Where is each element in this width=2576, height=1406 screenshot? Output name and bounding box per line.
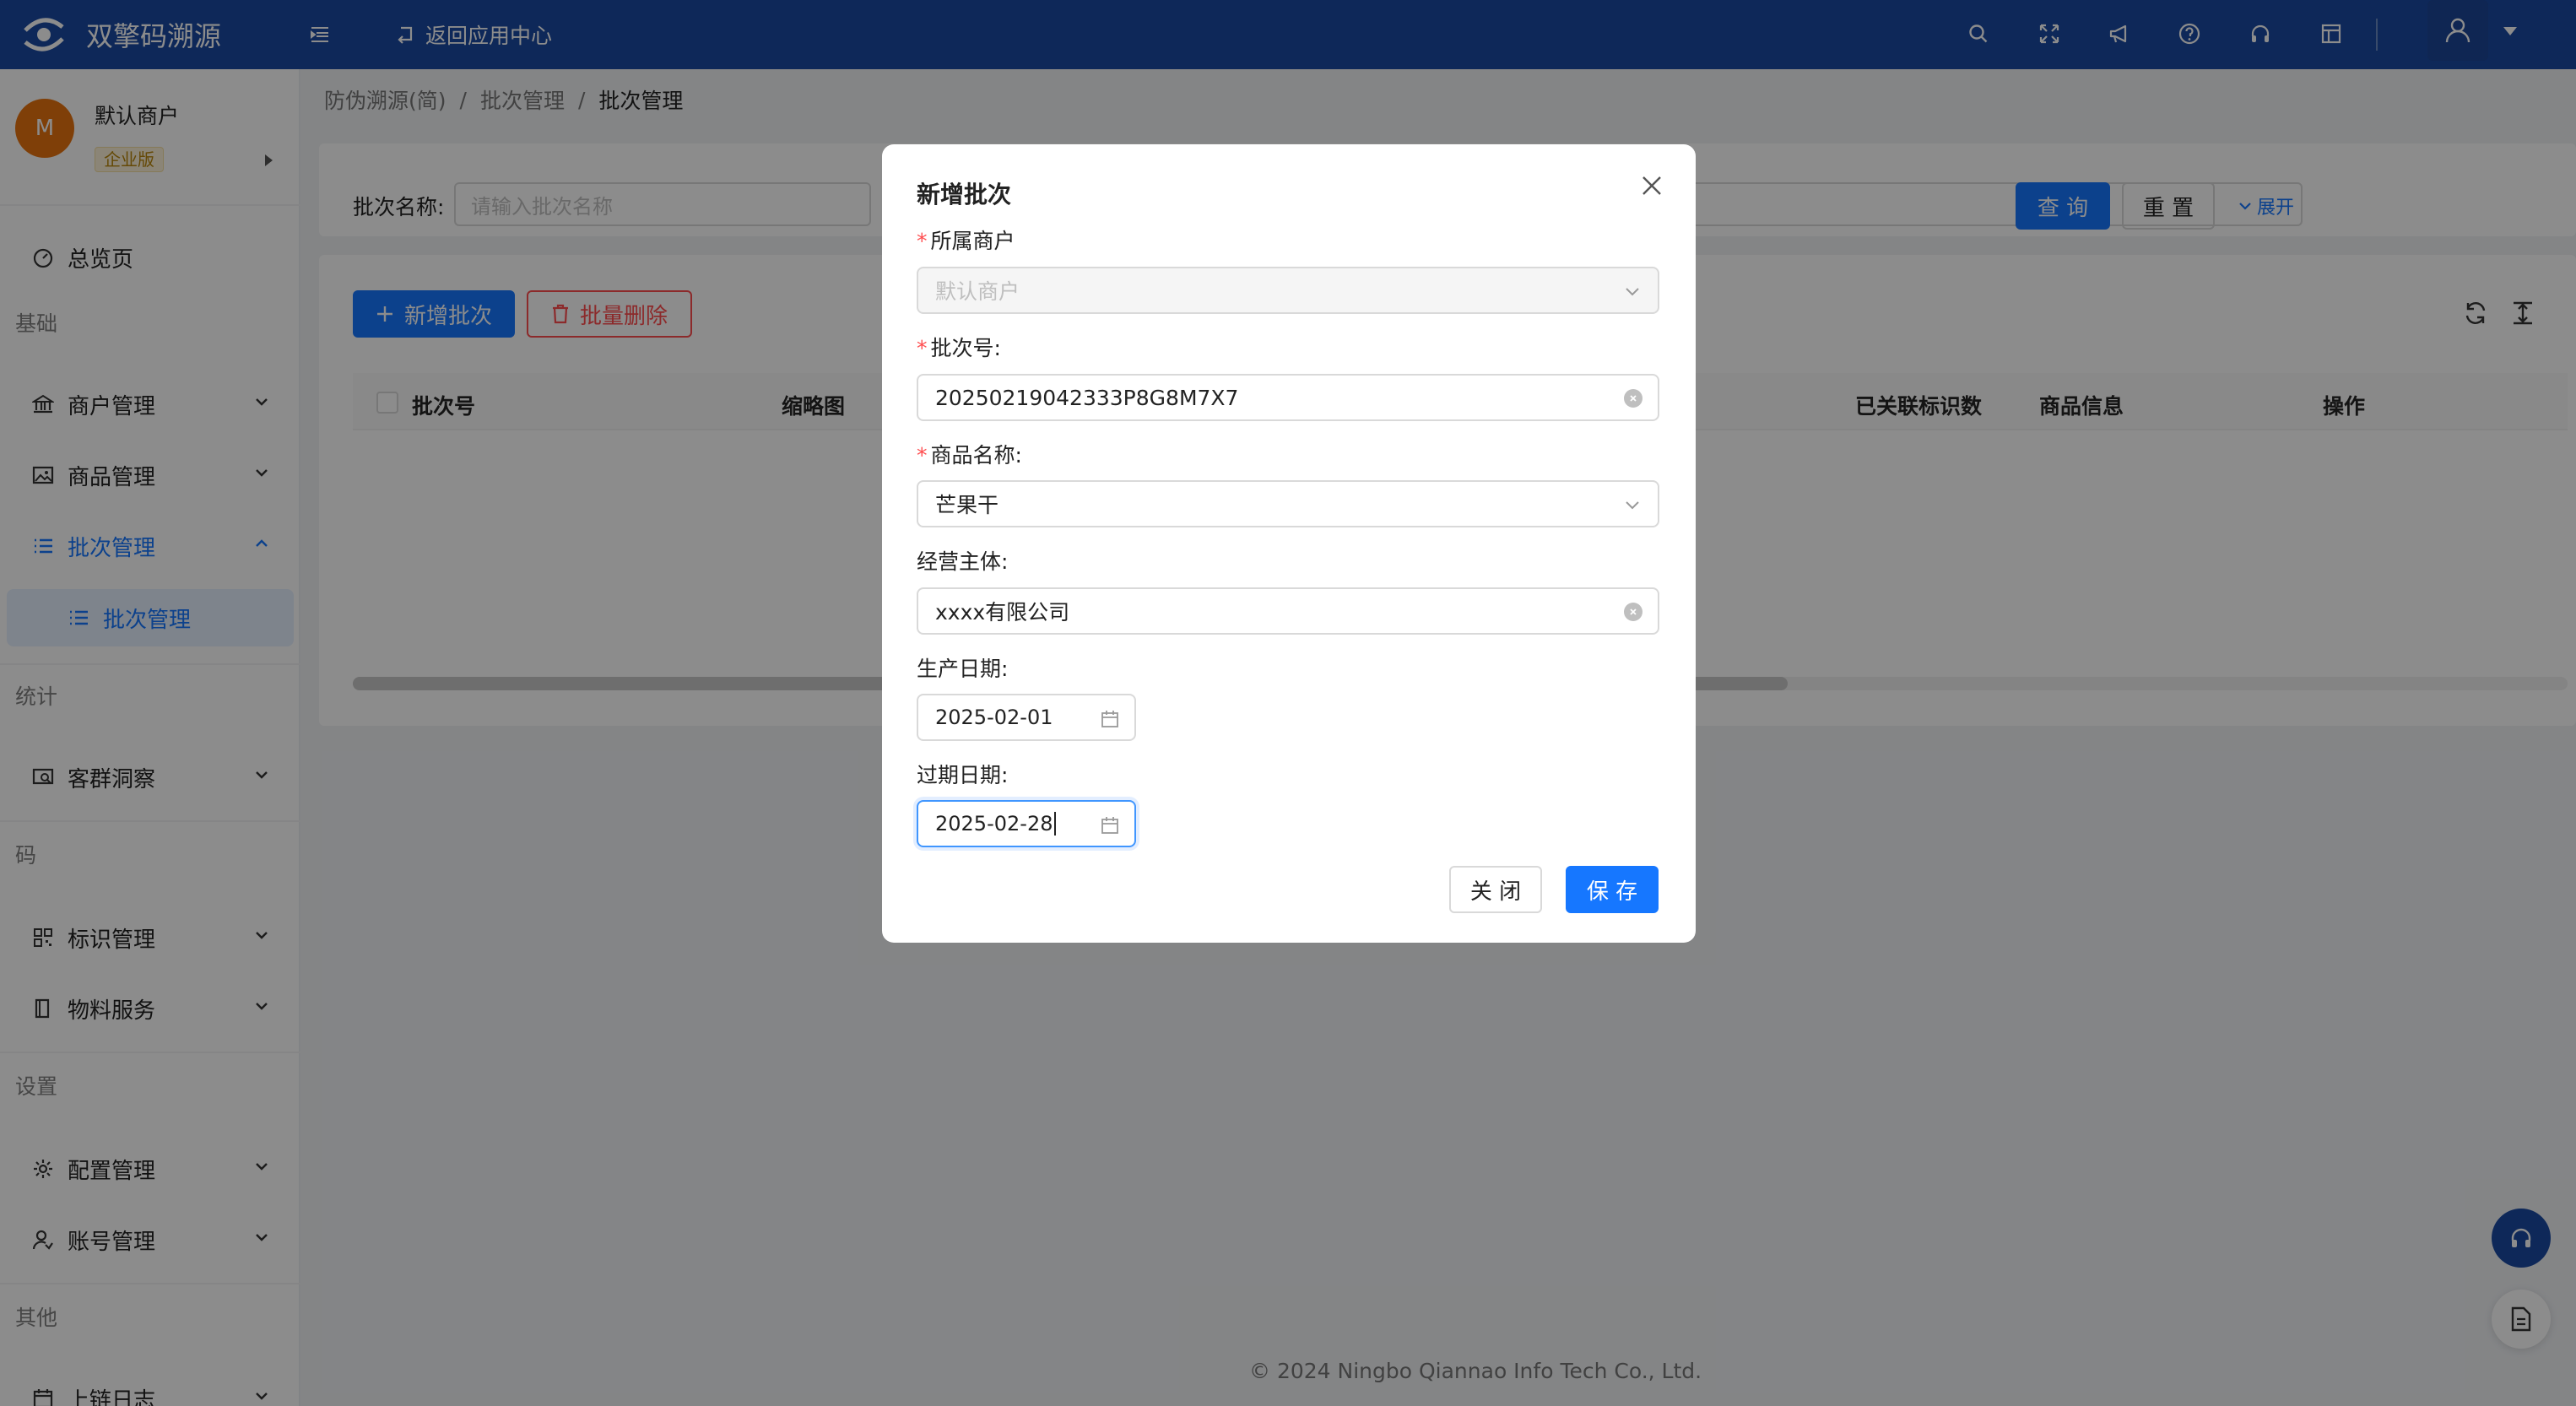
product-select[interactable]: 芒果干	[917, 480, 1659, 527]
merchant-field-label: * 所属商户	[917, 229, 1015, 253]
batch-no-value: 20250219042333P8G8M7X7	[935, 385, 1239, 410]
clear-icon[interactable]	[1624, 603, 1642, 621]
modal-title: 新增批次	[917, 181, 1012, 208]
entity-value: xxxx有限公司	[935, 600, 1070, 625]
save-button[interactable]: 保 存	[1566, 866, 1659, 913]
expiry-date-picker[interactable]: 2025-02-28	[917, 800, 1136, 847]
chevron-down-icon	[1626, 288, 1639, 296]
product-select-value: 芒果干	[935, 493, 999, 517]
expiry-date-label: 过期日期:	[917, 763, 1009, 787]
merchant-select[interactable]: 默认商户	[917, 267, 1659, 314]
close-icon[interactable]	[1641, 175, 1663, 197]
add-batch-modal: 新增批次 * 所属商户 默认商户 * 批次号: 20250219042333P8G8…	[882, 144, 1696, 943]
entity-input[interactable]: xxxx有限公司	[917, 587, 1659, 635]
text-cursor	[1054, 812, 1057, 835]
close-button[interactable]: 关 闭	[1449, 866, 1542, 913]
batch-no-input[interactable]: 20250219042333P8G8M7X7	[917, 374, 1659, 421]
batch-no-field-label: * 批次号:	[917, 336, 1001, 360]
entity-field-label: 经营主体:	[917, 549, 1009, 574]
clear-icon[interactable]	[1624, 389, 1642, 408]
production-date-picker[interactable]: 2025-02-01	[917, 694, 1136, 741]
production-date-value: 2025-02-01	[935, 706, 1053, 729]
calendar-icon	[1101, 711, 1118, 727]
chevron-down-icon	[1626, 501, 1639, 510]
product-field-label: * 商品名称:	[917, 443, 1022, 468]
merchant-select-value: 默认商户	[935, 279, 1020, 304]
expiry-date-value: 2025-02-28	[935, 812, 1053, 835]
calendar-icon	[1101, 817, 1118, 834]
production-date-label: 生产日期:	[917, 657, 1009, 681]
